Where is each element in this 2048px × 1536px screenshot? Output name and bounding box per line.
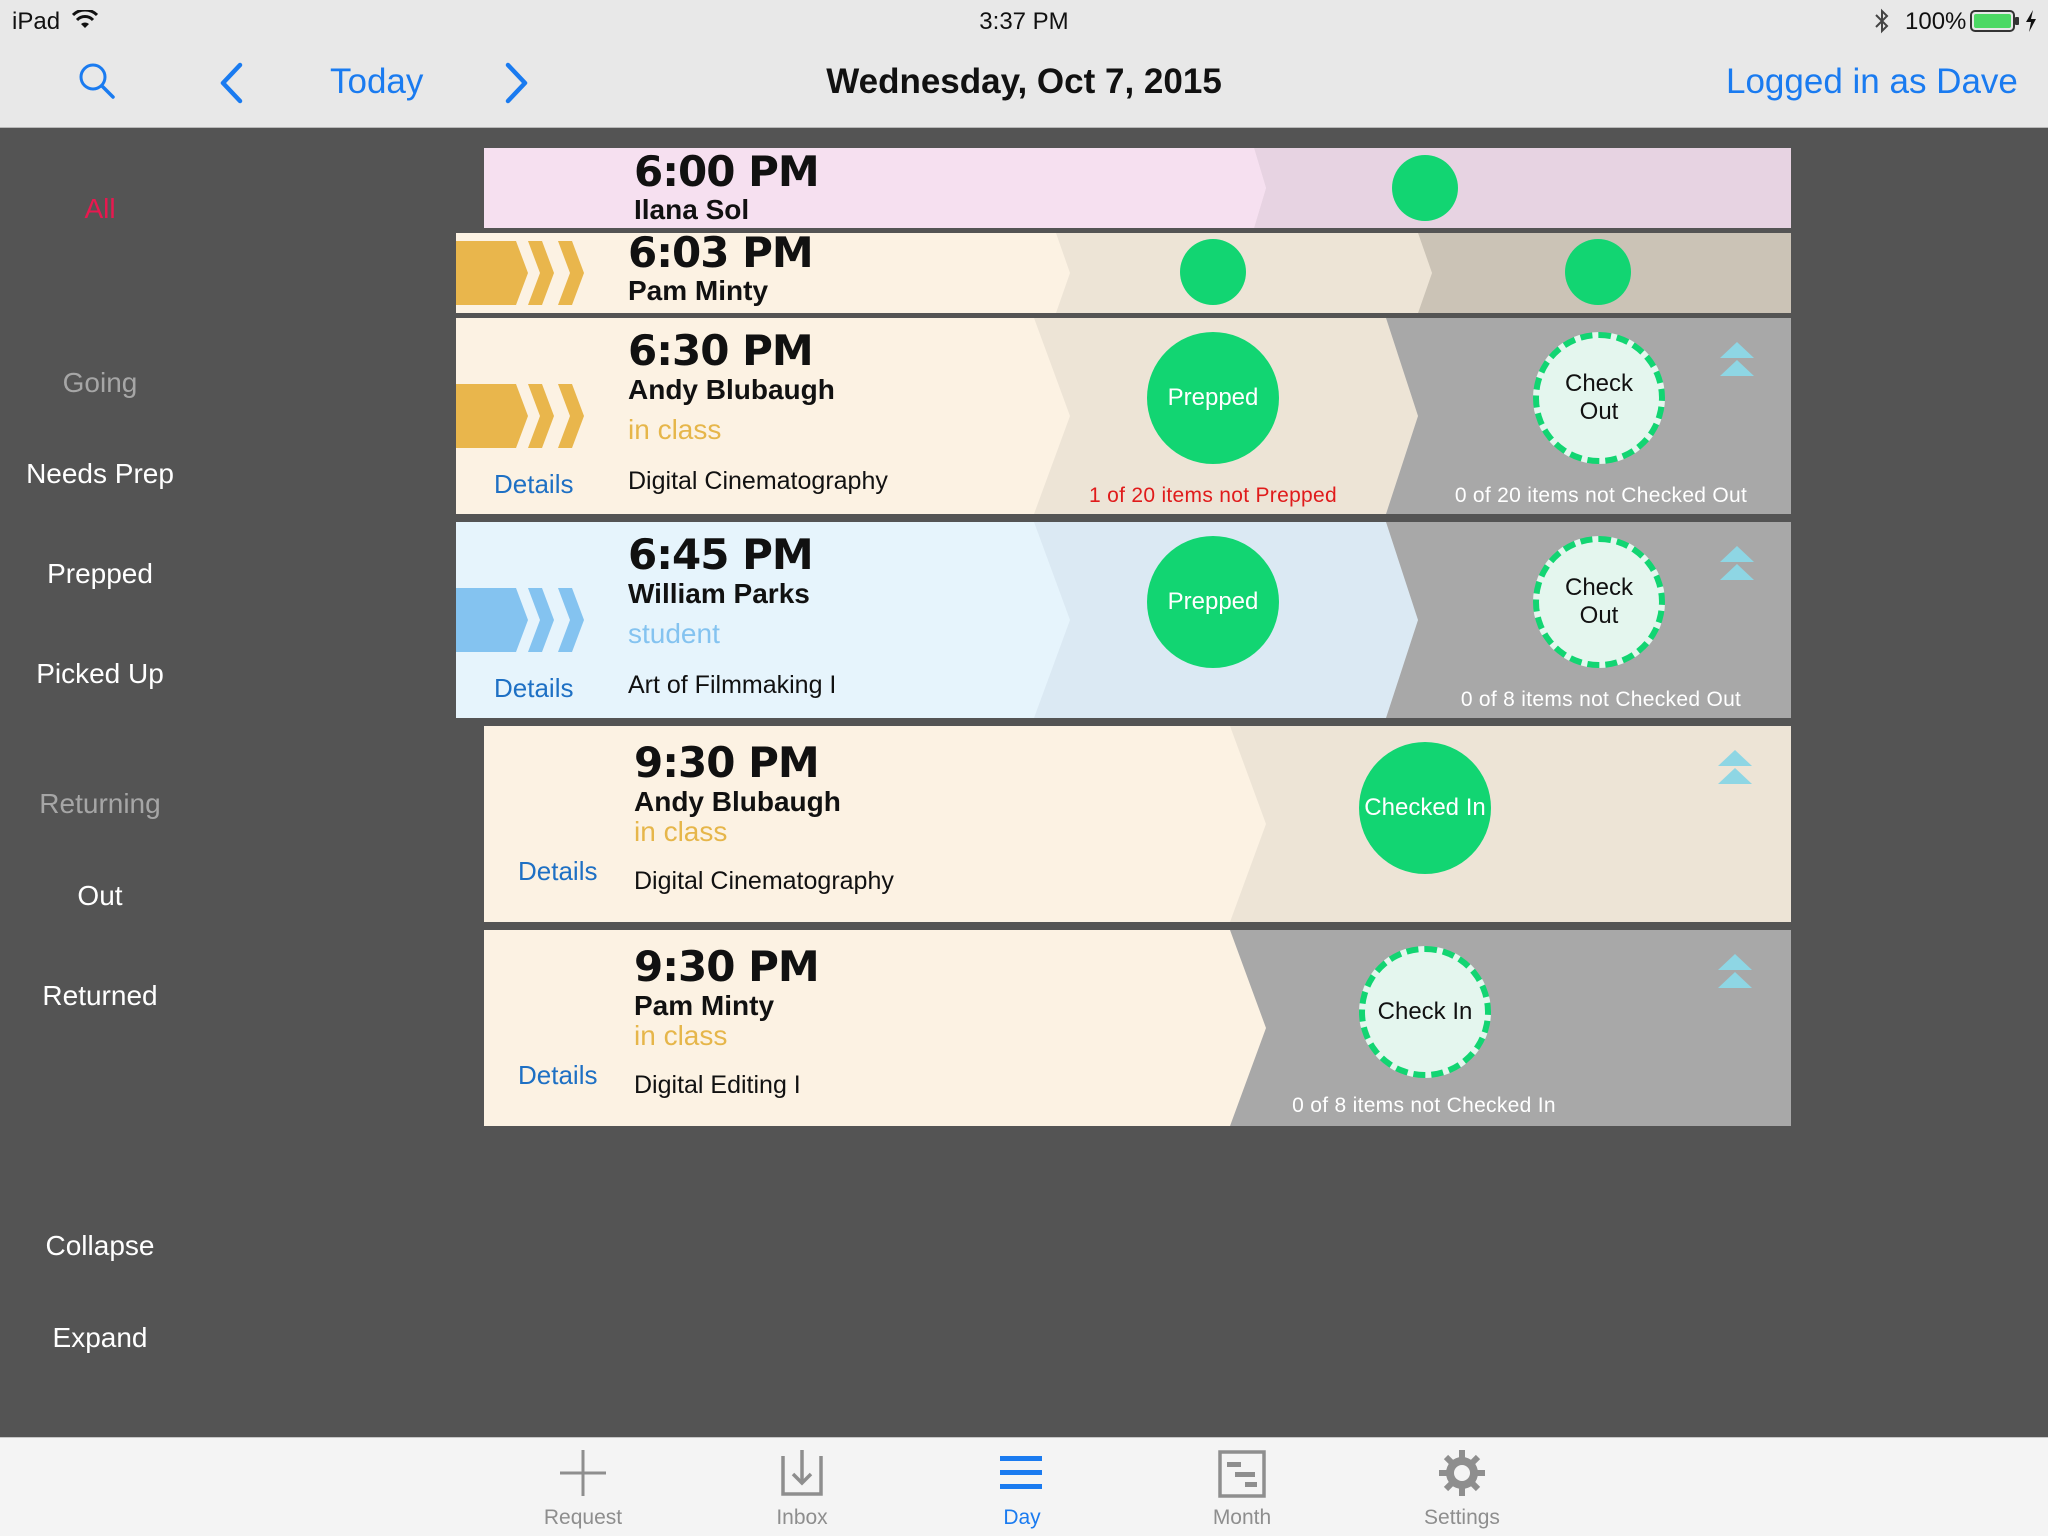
reservation-time: 9:30 PM [634,942,820,991]
list-icon [1000,1456,1042,1489]
status-dot[interactable] [1392,155,1458,221]
tab-label: Day [1003,1506,1041,1529]
course-name: Art of Filmmaking I [628,671,837,699]
status-arrows-icon [456,588,584,652]
expand-icon[interactable] [1716,748,1754,788]
collapse-button[interactable]: Collapse [0,1230,200,1262]
tab-bar: Request Inbox Day Month Settings [0,1437,2048,1536]
charging-icon [2026,10,2036,32]
calendar-icon [1218,1450,1266,1498]
check-out-button[interactable]: Check Out [1533,332,1665,464]
tab-label: Inbox [776,1506,828,1529]
inbox-icon [781,1450,823,1496]
clock: 3:37 PM [979,8,1069,35]
checkin-note: 0 of 8 items not Checked In [1292,1094,1556,1117]
details-link[interactable]: Details [494,469,573,500]
reservation-time: 6:30 PM [628,326,814,375]
details-link[interactable]: Details [494,673,573,704]
reservation-role: in class [634,1020,728,1051]
reservation-role: student [628,618,720,649]
reservation-time: 6:03 PM [628,233,814,277]
check-out-label: Check Out [1564,370,1634,425]
sidebar-item-out[interactable]: Out [0,880,200,912]
plus-icon [560,1450,606,1496]
reservation-name: Ilana Sol [634,194,750,225]
reservation-row[interactable]: 9:30 PM Pam Minty in class Details Digit… [484,930,1791,1126]
tab-label: Month [1212,1506,1272,1529]
tab-day[interactable]: Day [947,1438,1097,1536]
reservation-row[interactable]: 6:30 PM Andy Blubaugh in class Details D… [456,318,1791,514]
reservation-row[interactable]: 9:30 PM Andy Blubaugh in class Details D… [484,726,1791,922]
battery-percent: 100% [1905,8,1967,35]
login-link[interactable]: Logged in as Dave [1726,62,2018,102]
check-in-button[interactable]: Check In [1359,946,1491,1078]
sidebar-item-all[interactable]: All [0,193,200,225]
tab-settings[interactable]: Settings [1387,1438,1537,1536]
reservation-time: 6:45 PM [628,530,814,579]
status-arrows-icon [456,241,584,305]
tab-request[interactable]: Request [508,1438,658,1536]
checkout-note: 0 of 20 items not Checked Out [1454,484,1748,507]
course-name: Digital Cinematography [628,467,888,495]
gear-icon [1439,1450,1485,1496]
details-link[interactable]: Details [518,856,597,887]
reservation-row[interactable]: 6:00 PM Ilana Sol [484,148,1791,228]
sidebar-heading-returning: Returning [39,788,161,819]
status-dot[interactable] [1565,239,1631,305]
bluetooth-icon [1875,8,1889,34]
tab-inbox[interactable]: Inbox [727,1438,877,1536]
sidebar-item-prepped[interactable]: Prepped [0,558,200,590]
details-link[interactable]: Details [518,1060,597,1091]
reservation-name: Andy Blubaugh [634,786,841,817]
status-dot[interactable] [1180,239,1246,305]
reservation-time: 9:30 PM [634,738,820,787]
expand-icon[interactable] [1716,952,1754,992]
battery-icon [1970,10,2019,32]
prep-warning: 1 of 20 items not Prepped [1089,484,1337,507]
course-name: Digital Cinematography [634,867,894,895]
course-name: Digital Editing I [634,1071,801,1099]
check-out-label: Check Out [1564,574,1634,629]
reservation-role: in class [628,414,722,445]
tab-label: Request [543,1506,623,1529]
prepped-status-button[interactable]: Prepped [1147,536,1279,668]
reservation-role: in class [634,816,728,847]
checked-in-status-button[interactable]: Checked In [1359,742,1491,874]
sidebar-item-picked-up[interactable]: Picked Up [0,658,200,690]
expand-icon[interactable] [1718,340,1756,380]
sidebar-item-returned[interactable]: Returned [0,980,200,1012]
reservation-row[interactable]: 6:45 PM William Parks student Details Ar… [456,522,1791,718]
top-bar: iPad 3:37 PM 100% Today Wednesday, Oct 7… [0,0,2048,128]
reservation-name: Pam Minty [628,275,769,306]
tab-month[interactable]: Month [1167,1438,1317,1536]
reservation-name: William Parks [628,578,810,609]
sidebar-heading-going: Going [62,367,138,398]
checkout-note: 0 of 8 items not Checked Out [1460,688,1742,711]
check-out-button[interactable]: Check Out [1533,536,1665,668]
status-arrows-icon [456,384,584,448]
reservation-row[interactable]: 6:03 PM Pam Minty [456,233,1791,313]
reservation-name: Andy Blubaugh [628,374,835,405]
expand-icon[interactable] [1718,544,1756,584]
tab-label: Settings [1424,1506,1500,1529]
prepped-status-button[interactable]: Prepped [1147,332,1279,464]
reservation-name: Pam Minty [634,990,775,1021]
sidebar-item-needs-prep[interactable]: Needs Prep [0,458,200,490]
reservation-time: 6:00 PM [634,148,820,196]
expand-button[interactable]: Expand [0,1322,200,1354]
